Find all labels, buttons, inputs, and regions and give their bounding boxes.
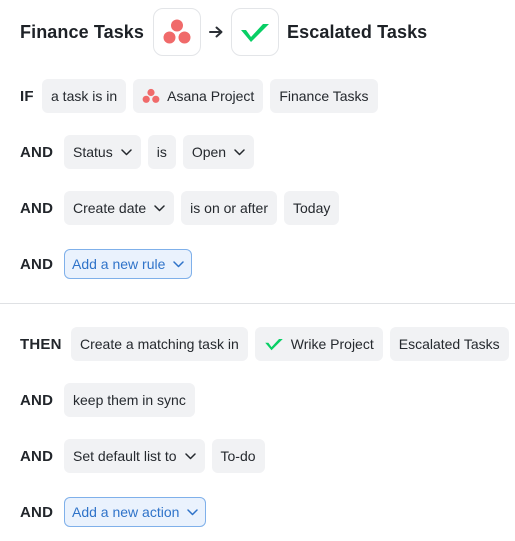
chevron-down-icon <box>184 452 196 460</box>
wrike-app-tile <box>231 8 280 56</box>
asana-project-label: Asana Project <box>167 88 255 104</box>
date-rule-row: AND Create date is on or after Today <box>20 191 346 225</box>
chevron-down-icon <box>234 148 245 156</box>
add-action-row: AND Add a new action <box>20 495 213 529</box>
status-operator: is <box>147 135 176 169</box>
then-row: THEN Create a matching task in Wrike Pro… <box>20 327 509 361</box>
and-keyword: AND <box>20 255 54 273</box>
destination-title: Escalated Tasks <box>287 21 428 42</box>
status-field-label: Status <box>73 144 113 160</box>
date-operator[interactable]: is on or after <box>181 191 277 225</box>
default-list-label: Set default list to <box>73 448 177 464</box>
wrike-logo-icon <box>241 24 270 42</box>
task-in-pill: a task is in <box>42 79 127 113</box>
status-value-label: Open <box>191 144 227 160</box>
sync-header: Finance Tasks Escalated Tasks <box>20 8 427 56</box>
and-keyword: AND <box>20 143 54 161</box>
asana-project-pill[interactable]: Asana Project <box>133 79 264 113</box>
status-value-dropdown[interactable]: Open <box>182 135 255 169</box>
source-title: Finance Tasks <box>20 21 145 42</box>
asana-app-tile <box>153 8 202 56</box>
date-field-label: Create date <box>73 200 147 216</box>
and-keyword: AND <box>20 391 54 409</box>
date-field-dropdown[interactable]: Create date <box>64 191 175 225</box>
and-keyword: AND <box>20 503 54 521</box>
chevron-down-icon <box>173 260 185 268</box>
chevron-down-icon <box>154 204 165 212</box>
section-divider <box>0 303 515 304</box>
source-project-value[interactable]: Finance Tasks <box>270 79 378 113</box>
status-field-dropdown[interactable]: Status <box>64 135 141 169</box>
asana-logo-icon <box>163 19 191 44</box>
add-rule-label: Add a new rule <box>72 256 166 272</box>
wrike-project-pill[interactable]: Wrike Project <box>254 327 383 361</box>
asana-logo-icon <box>142 88 160 104</box>
add-action-label: Add a new action <box>72 504 180 520</box>
arrow-right-icon <box>209 26 223 38</box>
destination-project-value[interactable]: Escalated Tasks <box>389 327 509 361</box>
chevron-down-icon <box>187 508 199 516</box>
add-action-button[interactable]: Add a new action <box>64 497 207 527</box>
wrike-project-label: Wrike Project <box>290 336 374 352</box>
rule-builder: Finance Tasks Escalated Tasks IF a task … <box>0 0 515 541</box>
wrike-logo-icon <box>264 337 284 351</box>
create-task-pill: Create a matching task in <box>71 327 248 361</box>
and-keyword: AND <box>20 447 54 465</box>
chevron-down-icon <box>120 148 132 156</box>
default-list-dropdown[interactable]: Set default list to <box>64 439 205 473</box>
status-rule-row: AND Status is Open <box>20 135 261 169</box>
if-row: IF a task is in Asana Project Finance Ta… <box>20 79 385 113</box>
sync-action-row: AND keep them in sync <box>20 383 202 417</box>
add-rule-button[interactable]: Add a new rule <box>64 249 193 279</box>
keep-in-sync-pill: keep them in sync <box>64 383 195 417</box>
and-keyword: AND <box>20 199 54 217</box>
then-keyword: THEN <box>20 335 62 353</box>
if-keyword: IF <box>20 87 34 105</box>
default-list-row: AND Set default list to To-do <box>20 439 272 473</box>
date-value[interactable]: Today <box>284 191 340 225</box>
default-list-value[interactable]: To-do <box>211 439 265 473</box>
add-rule-row: AND Add a new rule <box>20 247 199 281</box>
